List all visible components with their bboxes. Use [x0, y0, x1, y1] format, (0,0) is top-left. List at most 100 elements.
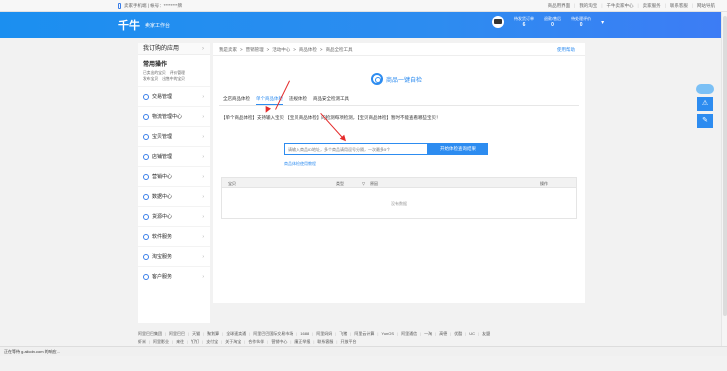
header-stats: 待发货订单 6 退款/售后 0 待处理评价 0 ▾: [492, 16, 604, 28]
separator: |: [222, 331, 224, 336]
top-link[interactable]: 联系客服: [670, 3, 688, 9]
footer-link[interactable]: 1688: [300, 330, 309, 338]
breadcrumb-item[interactable]: 营销管理: [246, 47, 264, 53]
start-check-button[interactable]: 开始体检查询结果: [428, 143, 488, 155]
separator: |: [187, 339, 189, 344]
sidebar-item-trade[interactable]: 交易管理 ›: [138, 86, 210, 106]
footer-link[interactable]: 合作伙伴: [248, 338, 264, 346]
sidebar-item-customer[interactable]: 客户服务 ›: [138, 266, 210, 286]
status-bar: 正在等待 g.alicdn.com 的响应...: [0, 346, 727, 356]
stat-pending-shipment[interactable]: 待发货订单 6: [514, 16, 534, 28]
qianniu-logo[interactable]: 千牛: [118, 17, 140, 33]
footer-link[interactable]: 阿里影业: [153, 338, 169, 346]
sidebar-item-marketing[interactable]: 营销中心 ›: [138, 166, 210, 186]
footer-link[interactable]: 阿里通信: [401, 330, 417, 338]
marketing-icon: [143, 173, 149, 180]
phone-icon: [118, 3, 121, 9]
footer-link[interactable]: 天猫: [192, 330, 200, 338]
results-table: 宝贝 类型 ▽ 原因 操作 没有数据: [221, 177, 577, 219]
footer-link[interactable]: 来往: [176, 338, 184, 346]
footer-link[interactable]: 高德: [439, 330, 447, 338]
footer-link[interactable]: UC: [469, 330, 475, 338]
service-icon: [143, 253, 149, 260]
divider: [219, 105, 579, 106]
sidebar-item-goods[interactable]: 宝贝管理 ›: [138, 126, 210, 146]
tab-violation[interactable]: 违规体检: [289, 96, 307, 105]
separator: |: [202, 339, 204, 344]
separator: |: [188, 331, 190, 336]
footer-link[interactable]: 阿里巴巴: [169, 330, 185, 338]
feedback-icon[interactable]: ✎: [697, 114, 713, 128]
footer-link[interactable]: 钉钉: [191, 338, 199, 346]
sidebar-head[interactable]: 我订购的应用 ›: [138, 43, 210, 55]
sidebar-item-taobao-service[interactable]: 淘宝服务 ›: [138, 246, 210, 266]
col-reason: 原因: [370, 181, 378, 186]
scrollbar-thumb[interactable]: [723, 16, 727, 316]
sidebar-item-data[interactable]: 数据中心 ›: [138, 186, 210, 206]
filter-icon[interactable]: ▽: [362, 181, 365, 186]
cloud-icon[interactable]: [696, 84, 714, 94]
footer-links-row1: 阿里巴巴集团 | 阿里巴巴 | 天猫 | 聚划算 | 全球速卖通 | 阿里巴巴国际交易市场 | 1688…: [138, 330, 588, 338]
floating-tools: ⚠ ✎: [696, 84, 714, 128]
common-link[interactable]: 出售中的宝贝: [162, 76, 185, 82]
separator: |: [312, 331, 314, 336]
col-item: 宝贝: [228, 181, 236, 186]
col-action: 操作: [540, 181, 548, 186]
footer-link[interactable]: 支付宝: [206, 338, 218, 346]
separator: |: [244, 339, 246, 344]
top-link[interactable]: 千牛卖家中心: [606, 3, 633, 9]
footer-link[interactable]: 友盟: [482, 330, 490, 338]
top-link[interactable]: 网站导航: [697, 3, 715, 9]
stat-reviews[interactable]: 待处理评价 0: [571, 16, 591, 28]
sidebar-item-sourcing[interactable]: 货源中心 ›: [138, 206, 210, 226]
goods-icon: [143, 133, 149, 140]
avatar[interactable]: [492, 16, 504, 28]
sidebar-item-logistics[interactable]: 物流管理中心 ›: [138, 106, 210, 126]
footer-link[interactable]: 优酷: [454, 330, 462, 338]
footer-link[interactable]: 阿里巴巴集团: [138, 330, 162, 338]
sidebar-item-store[interactable]: 店铺管理 ›: [138, 146, 210, 166]
footer-link[interactable]: 阿里妈妈: [316, 330, 332, 338]
footer-link[interactable]: 联系客服: [317, 338, 333, 346]
separator: |: [335, 331, 337, 336]
footer-link[interactable]: 飞猪: [339, 330, 347, 338]
stat-refunds[interactable]: 退款/售后 0: [544, 16, 561, 28]
separator: |: [478, 331, 480, 336]
breadcrumb: 我是卖家 > 营销管理 > 活动中心 > 商品体检 > 商品全检工具: [219, 47, 353, 53]
footer-link[interactable]: 全球速卖通: [226, 330, 246, 338]
item-id-input[interactable]: [284, 143, 428, 155]
chevron-down-icon[interactable]: ▾: [601, 19, 604, 26]
footer-link[interactable]: 开放平台: [340, 338, 356, 346]
mobile-seller-link[interactable]: 卖家手机端 | 帐号：********牌: [118, 3, 182, 9]
breadcrumb-item[interactable]: 我是卖家: [219, 47, 237, 53]
mobile-seller-text: 卖家手机端 | 帐号：********牌: [124, 3, 183, 8]
separator: |: [350, 331, 352, 336]
footer-link[interactable]: 一淘: [424, 330, 432, 338]
footer-link[interactable]: YunOS: [381, 330, 394, 338]
footer-link[interactable]: 营销中心: [271, 338, 287, 346]
col-type[interactable]: 类型: [336, 181, 344, 187]
separator: |: [249, 331, 251, 336]
footer-link[interactable]: 关于淘宝: [225, 338, 241, 346]
footer-link[interactable]: 虾米: [138, 338, 146, 346]
footer-link[interactable]: 阿里巴巴国际交易市场: [253, 330, 293, 338]
sidebar-item-software[interactable]: 软件服务 ›: [138, 226, 210, 246]
common-link[interactable]: 发布宝贝: [143, 76, 158, 82]
top-link[interactable]: 我的淘宝: [579, 3, 597, 9]
tab-safety-tool[interactable]: 商品安全检测工具: [313, 96, 349, 105]
help-link[interactable]: 使用帮助: [557, 47, 575, 53]
top-link[interactable]: 卖家服务: [643, 3, 661, 9]
breadcrumb-item[interactable]: 商品体检: [299, 47, 317, 53]
tutorial-link[interactable]: 商品体检使用教程: [284, 161, 316, 167]
top-utility-bar: 卖家手机端 | 帐号：********牌 商品用界面 | 我的淘宝 | 千牛卖家中心…: [0, 0, 727, 12]
customer-icon: [143, 273, 149, 280]
alert-icon[interactable]: ⚠: [697, 97, 713, 111]
top-link[interactable]: 商品用界面: [548, 3, 571, 9]
tab-full-store[interactable]: 全店商品体检: [223, 96, 250, 105]
scrollbar[interactable]: [721, 12, 727, 346]
footer-link[interactable]: 聚划算: [207, 330, 219, 338]
separator: |: [450, 331, 452, 336]
footer-link[interactable]: 廉正举报: [294, 338, 310, 346]
breadcrumb-item[interactable]: 活动中心: [272, 47, 290, 53]
footer-link[interactable]: 阿里云计算: [354, 330, 374, 338]
